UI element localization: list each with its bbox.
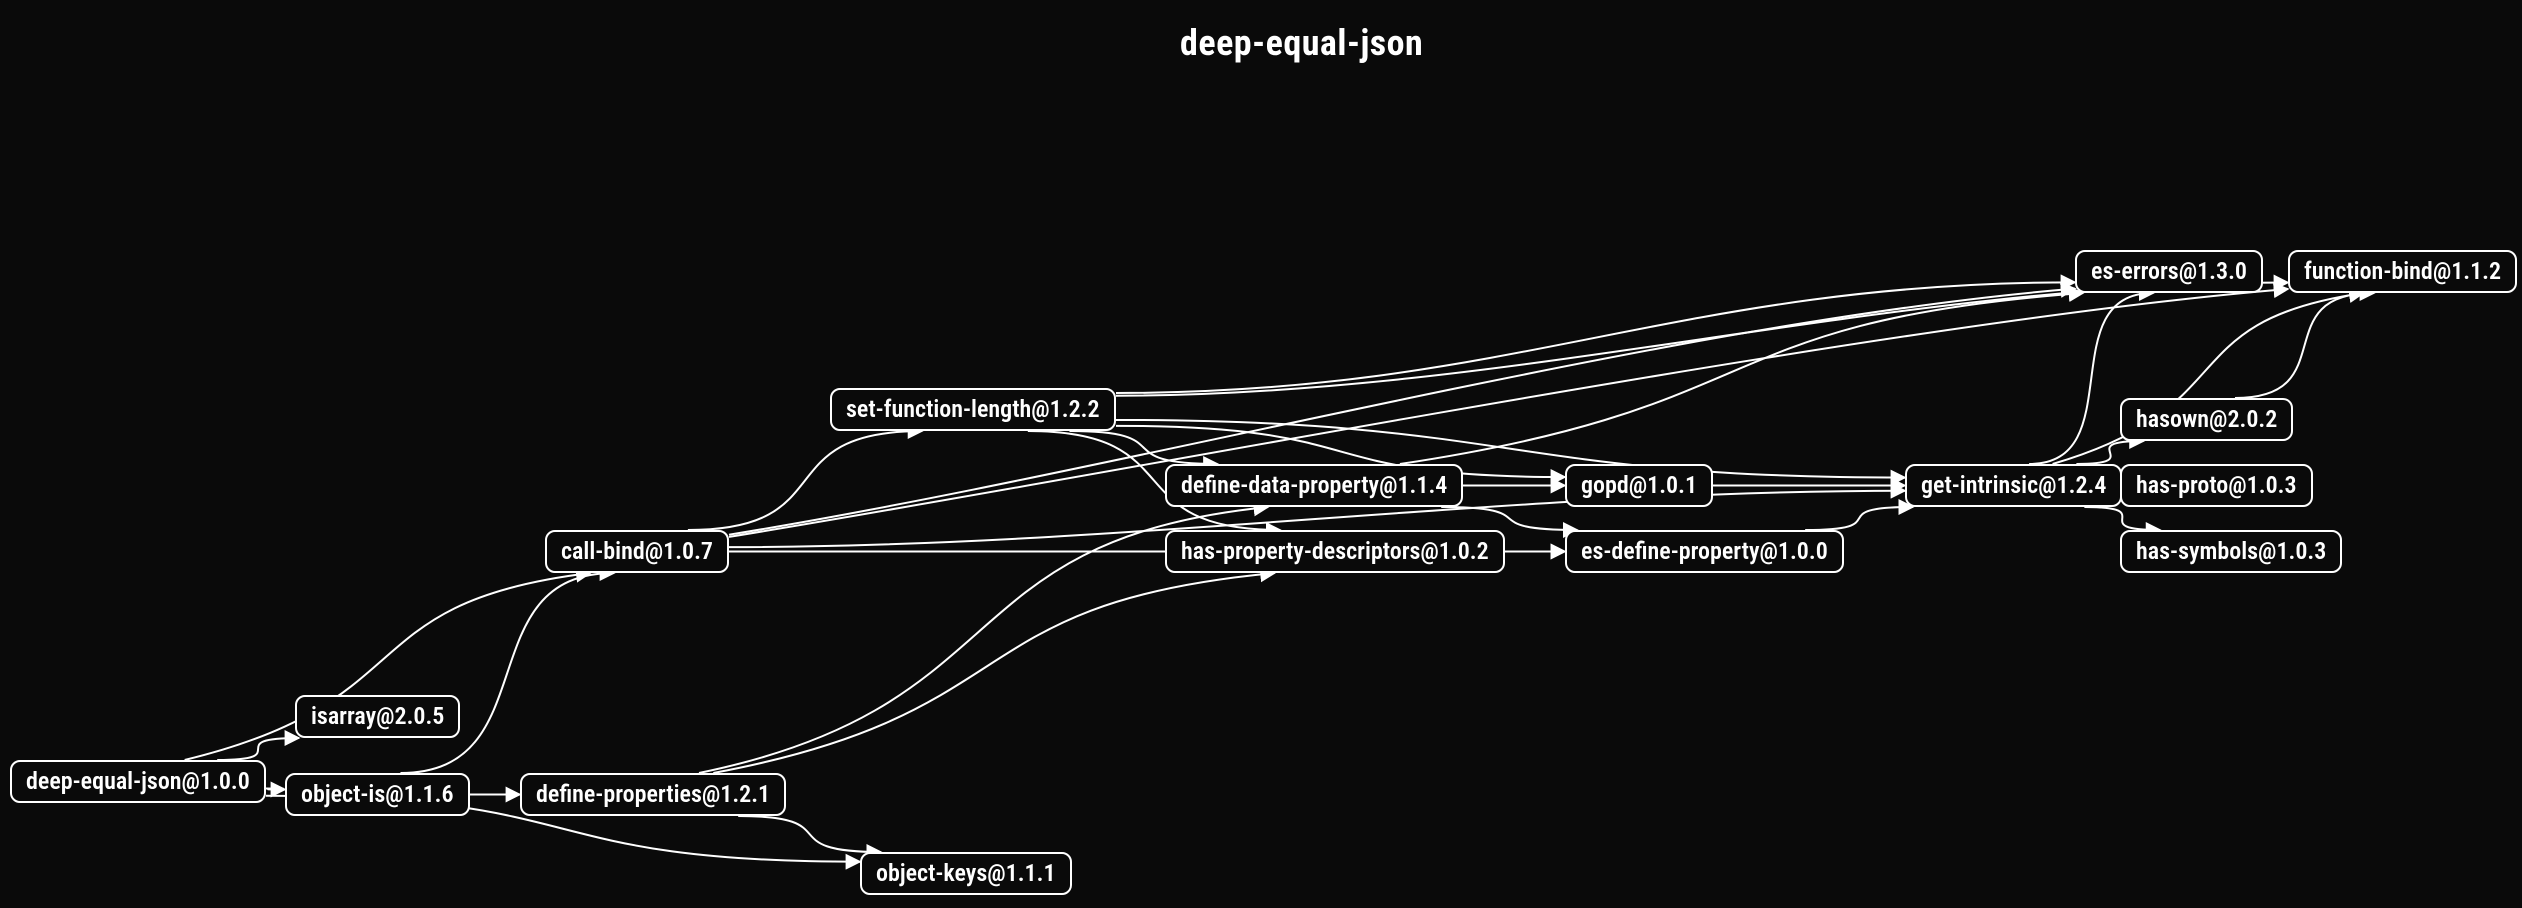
node-label: hasown@2.0.2: [2136, 405, 2277, 433]
node-gopd[interactable]: gopd@1.0.1: [1565, 464, 1713, 507]
edge-deep-equal-json-to-isarray: [217, 738, 299, 760]
node-label: get-intrinsic@1.2.4: [1921, 471, 2106, 499]
node-label: call-bind@1.0.7: [561, 537, 713, 565]
node-has-proto[interactable]: has-proto@1.0.3: [2120, 464, 2313, 507]
dependency-graph: deep-equal-json deep-equal-json@1.0.0isa…: [0, 0, 2522, 908]
edge-set-function-length-to-function-bind: [1116, 283, 2288, 396]
node-es-define-property[interactable]: es-define-property@1.0.0: [1565, 530, 1844, 573]
node-es-errors[interactable]: es-errors@1.3.0: [2075, 250, 2263, 293]
edge-define-properties-to-object-keys: [738, 816, 881, 852]
edge-hasown-to-function-bind: [2235, 293, 2374, 398]
edge-call-bind-to-set-function-length: [688, 431, 922, 530]
node-label: function-bind@1.1.2: [2304, 257, 2501, 285]
node-label: has-property-descriptors@1.0.2: [1181, 537, 1489, 565]
node-label: has-symbols@1.0.3: [2136, 537, 2326, 565]
edge-es-define-property-to-get-intrinsic: [1805, 507, 1913, 530]
edge-deep-equal-json-to-object-is: [266, 788, 285, 789]
node-label: es-errors@1.3.0: [2091, 257, 2247, 285]
edges-layer: [0, 0, 2522, 908]
edge-define-properties-to-has-property-descriptors: [713, 573, 1274, 773]
node-label: has-proto@1.0.3: [2136, 471, 2297, 499]
node-object-keys[interactable]: object-keys@1.1.1: [860, 852, 1072, 895]
node-label: define-data-property@1.1.4: [1181, 471, 1447, 499]
node-call-bind[interactable]: call-bind@1.0.7: [545, 530, 729, 573]
node-deep-equal-json[interactable]: deep-equal-json@1.0.0: [10, 760, 266, 803]
node-has-symbols[interactable]: has-symbols@1.0.3: [2120, 530, 2342, 573]
node-object-is[interactable]: object-is@1.1.6: [285, 773, 470, 816]
node-get-intrinsic[interactable]: get-intrinsic@1.2.4: [1905, 464, 2122, 507]
node-define-properties[interactable]: define-properties@1.2.1: [520, 773, 786, 816]
edge-object-is-to-call-bind: [400, 573, 614, 773]
edge-set-function-length-to-define-data-property: [1069, 431, 1217, 464]
node-set-function-length[interactable]: set-function-length@1.2.2: [830, 388, 1116, 431]
node-label: object-keys@1.1.1: [876, 859, 1056, 887]
node-label: deep-equal-json@1.0.0: [26, 767, 250, 795]
node-label: isarray@2.0.5: [311, 702, 444, 730]
node-label: es-define-property@1.0.0: [1581, 537, 1828, 565]
edge-set-function-length-to-es-errors: [1116, 282, 2075, 393]
edge-get-intrinsic-to-has-symbols: [2084, 507, 2160, 530]
node-label: set-function-length@1.2.2: [846, 395, 1100, 423]
node-has-property-descriptors[interactable]: has-property-descriptors@1.0.2: [1165, 530, 1505, 573]
node-define-data-property[interactable]: define-data-property@1.1.4: [1165, 464, 1463, 507]
node-label: gopd@1.0.1: [1581, 471, 1697, 499]
node-isarray[interactable]: isarray@2.0.5: [295, 695, 460, 738]
node-function-bind[interactable]: function-bind@1.1.2: [2288, 250, 2517, 293]
node-hasown[interactable]: hasown@2.0.2: [2120, 398, 2293, 441]
edge-define-data-property-to-es-define-property: [1441, 507, 1577, 530]
node-label: define-properties@1.2.1: [536, 780, 770, 808]
node-label: object-is@1.1.6: [301, 780, 454, 808]
